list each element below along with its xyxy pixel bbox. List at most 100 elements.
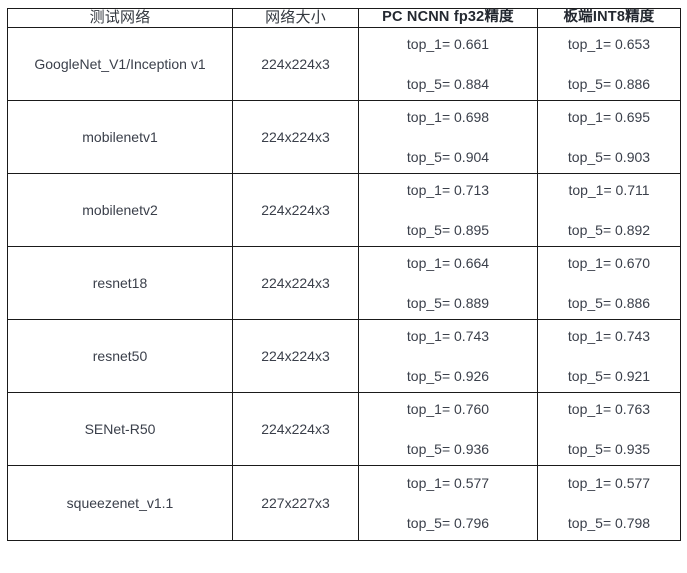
column-header-pc-fp32-label: PC NCNN fp32精度	[382, 9, 514, 26]
cell-pc-accuracy: top_1= 0.743 top_5= 0.926	[358, 319, 538, 393]
pc-top5: top_5= 0.895	[406, 222, 490, 238]
cell-board-accuracy: top_1= 0.763 top_5= 0.935	[537, 392, 681, 466]
table-row: mobilenetv1 224x224x3 top_1= 0.698 top_5…	[7, 100, 681, 174]
benchmark-table-container: 测试网络 网络大小 PC NCNN fp32精度 板端INT8精度 Google…	[7, 8, 681, 566]
cell-size: 224x224x3	[232, 173, 359, 247]
network-size: 224x224x3	[261, 129, 330, 145]
network-name: squeezenet_v1.1	[66, 494, 174, 511]
cell-board-accuracy: top_1= 0.711 top_5= 0.892	[537, 173, 681, 247]
board-top5: top_5= 0.798	[567, 515, 651, 531]
table-row: resnet18 224x224x3 top_1= 0.664 top_5= 0…	[7, 246, 681, 320]
board-accuracy-stack: top_1= 0.711 top_5= 0.892	[538, 174, 680, 246]
cell-size: 224x224x3	[232, 27, 359, 101]
pc-accuracy-stack: top_1= 0.760 top_5= 0.936	[359, 393, 537, 465]
cell-network: squeezenet_v1.1	[7, 465, 233, 541]
cell-network: resnet50	[7, 319, 233, 393]
board-top1: top_1= 0.711	[568, 182, 650, 198]
network-size: 224x224x3	[261, 202, 330, 218]
cell-network: SENet-R50	[7, 392, 233, 466]
network-name: resnet18	[92, 274, 148, 291]
column-header-board-int8-label: 板端INT8精度	[563, 9, 655, 26]
pc-accuracy-stack: top_1= 0.743 top_5= 0.926	[359, 320, 537, 392]
pc-top5: top_5= 0.926	[406, 368, 490, 384]
board-top5: top_5= 0.886	[567, 76, 651, 92]
board-top5: top_5= 0.921	[567, 368, 651, 384]
cell-board-accuracy: top_1= 0.743 top_5= 0.921	[537, 319, 681, 393]
pc-top1: top_1= 0.743	[406, 328, 490, 344]
board-top1: top_1= 0.653	[567, 36, 651, 52]
board-top1: top_1= 0.763	[567, 401, 651, 417]
board-top5: top_5= 0.886	[567, 295, 651, 311]
pc-top1: top_1= 0.664	[406, 255, 490, 271]
cell-pc-accuracy: top_1= 0.698 top_5= 0.904	[358, 100, 538, 174]
column-header-size-label: 网络大小	[265, 9, 326, 26]
pc-top5: top_5= 0.904	[406, 149, 490, 165]
board-top1: top_1= 0.695	[567, 109, 651, 125]
pc-accuracy-stack: top_1= 0.664 top_5= 0.889	[359, 247, 537, 319]
network-name: mobilenetv2	[82, 201, 158, 218]
cell-size: 227x227x3	[232, 465, 359, 541]
cell-size: 224x224x3	[232, 100, 359, 174]
pc-top5: top_5= 0.796	[406, 515, 490, 531]
cell-pc-accuracy: top_1= 0.664 top_5= 0.889	[358, 246, 538, 320]
pc-top1: top_1= 0.760	[406, 401, 490, 417]
board-accuracy-stack: top_1= 0.695 top_5= 0.903	[538, 101, 680, 173]
column-header-pc-fp32: PC NCNN fp32精度	[358, 8, 538, 28]
cell-network: mobilenetv1	[7, 100, 233, 174]
network-size: 227x227x3	[261, 495, 330, 511]
cell-network: resnet18	[7, 246, 233, 320]
network-size: 224x224x3	[261, 56, 330, 72]
network-size: 224x224x3	[261, 421, 330, 437]
board-top5: top_5= 0.892	[567, 222, 651, 238]
board-top1: top_1= 0.577	[567, 475, 651, 491]
pc-top5: top_5= 0.884	[406, 76, 490, 92]
cell-network: mobilenetv2	[7, 173, 233, 247]
board-top5: top_5= 0.903	[567, 149, 651, 165]
column-header-network: 测试网络	[7, 8, 233, 28]
pc-top1: top_1= 0.698	[406, 109, 490, 125]
network-name: mobilenetv1	[82, 128, 158, 145]
table-row: GoogleNet_V1/Inception v1 224x224x3 top_…	[7, 27, 681, 101]
cell-board-accuracy: top_1= 0.577 top_5= 0.798	[537, 465, 681, 541]
cell-size: 224x224x3	[232, 319, 359, 393]
column-header-size: 网络大小	[232, 8, 359, 28]
pc-top5: top_5= 0.936	[406, 441, 490, 457]
board-accuracy-stack: top_1= 0.763 top_5= 0.935	[538, 393, 680, 465]
table-row: squeezenet_v1.1 227x227x3 top_1= 0.577 t…	[7, 465, 681, 541]
network-name: resnet50	[92, 347, 148, 364]
cell-size: 224x224x3	[232, 392, 359, 466]
cell-pc-accuracy: top_1= 0.661 top_5= 0.884	[358, 27, 538, 101]
network-name: SENet-R50	[84, 420, 156, 437]
board-top5: top_5= 0.935	[567, 441, 651, 457]
pc-accuracy-stack: top_1= 0.698 top_5= 0.904	[359, 101, 537, 173]
cell-pc-accuracy: top_1= 0.577 top_5= 0.796	[358, 465, 538, 541]
cell-board-accuracy: top_1= 0.695 top_5= 0.903	[537, 100, 681, 174]
board-top1: top_1= 0.743	[567, 328, 651, 344]
table-row: mobilenetv2 224x224x3 top_1= 0.713 top_5…	[7, 173, 681, 247]
network-size: 224x224x3	[261, 275, 330, 291]
cell-network: GoogleNet_V1/Inception v1	[7, 27, 233, 101]
table-header-row: 测试网络 网络大小 PC NCNN fp32精度 板端INT8精度	[7, 8, 681, 28]
board-accuracy-stack: top_1= 0.670 top_5= 0.886	[538, 247, 680, 319]
column-header-network-label: 测试网络	[89, 9, 151, 26]
cell-pc-accuracy: top_1= 0.713 top_5= 0.895	[358, 173, 538, 247]
cell-board-accuracy: top_1= 0.653 top_5= 0.886	[537, 27, 681, 101]
cell-pc-accuracy: top_1= 0.760 top_5= 0.936	[358, 392, 538, 466]
cell-size: 224x224x3	[232, 246, 359, 320]
pc-top1: top_1= 0.577	[406, 475, 490, 491]
column-header-board-int8: 板端INT8精度	[537, 8, 681, 28]
table-row: resnet50 224x224x3 top_1= 0.743 top_5= 0…	[7, 319, 681, 393]
pc-top5: top_5= 0.889	[406, 295, 490, 311]
network-name: GoogleNet_V1/Inception v1	[34, 55, 206, 72]
network-size: 224x224x3	[261, 348, 330, 364]
board-accuracy-stack: top_1= 0.577 top_5= 0.798	[538, 466, 680, 540]
pc-top1: top_1= 0.661	[406, 36, 490, 52]
board-top1: top_1= 0.670	[567, 255, 651, 271]
cell-board-accuracy: top_1= 0.670 top_5= 0.886	[537, 246, 681, 320]
board-accuracy-stack: top_1= 0.743 top_5= 0.921	[538, 320, 680, 392]
accuracy-comparison-table: 测试网络 网络大小 PC NCNN fp32精度 板端INT8精度 Google…	[7, 8, 681, 541]
board-accuracy-stack: top_1= 0.653 top_5= 0.886	[538, 28, 680, 100]
pc-accuracy-stack: top_1= 0.577 top_5= 0.796	[359, 466, 537, 540]
pc-accuracy-stack: top_1= 0.661 top_5= 0.884	[359, 28, 537, 100]
table-row: SENet-R50 224x224x3 top_1= 0.760 top_5= …	[7, 392, 681, 466]
